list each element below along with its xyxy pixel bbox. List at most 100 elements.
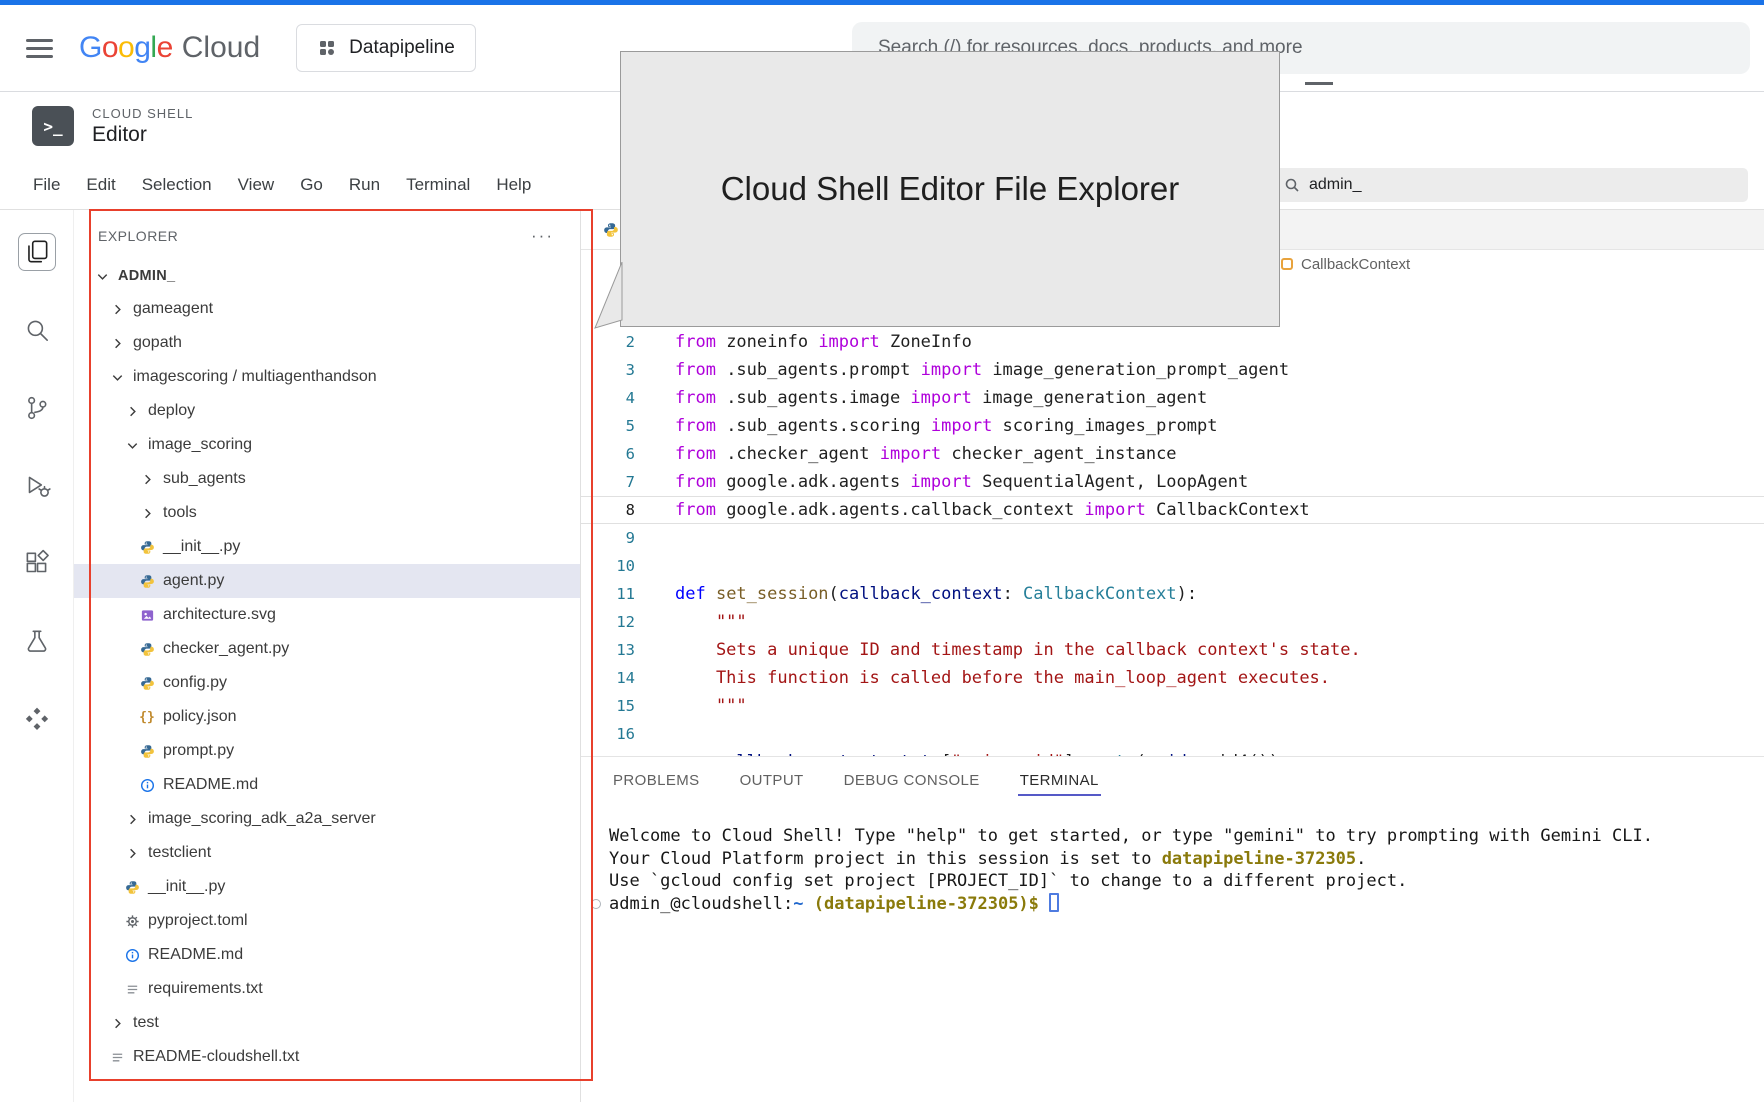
tree-item-label: policy.json bbox=[163, 708, 237, 726]
tree-item-tools[interactable]: tools bbox=[74, 496, 580, 530]
code-line-3: 3from .sub_agents.prompt import image_ge… bbox=[581, 356, 1764, 384]
explorer-header: EXPLORER ··· bbox=[74, 220, 580, 260]
minimize-icon[interactable] bbox=[1305, 82, 1333, 85]
tree-item-readme-md[interactable]: README.md bbox=[74, 938, 580, 972]
source-control-icon[interactable] bbox=[19, 390, 55, 426]
tree-item-config-py[interactable]: config.py bbox=[74, 666, 580, 700]
code-line-13: 13 Sets a unique ID and timestamp in the… bbox=[581, 636, 1764, 664]
terminal-line: Welcome to Cloud Shell! Type "help" to g… bbox=[609, 825, 1744, 848]
tree-item-label: image_scoring_adk_a2a_server bbox=[148, 810, 376, 828]
tree-item-agent-py[interactable]: agent.py bbox=[74, 564, 580, 598]
panel-tab-problems[interactable]: PROBLEMS bbox=[611, 765, 702, 796]
menu-go[interactable]: Go bbox=[287, 169, 336, 201]
tree-item-policy-json[interactable]: {}policy.json bbox=[74, 700, 580, 734]
menu-selection[interactable]: Selection bbox=[129, 169, 225, 201]
tree-item-deploy[interactable]: deploy bbox=[74, 394, 580, 428]
chevron-right-icon bbox=[107, 336, 127, 351]
terminal[interactable]: Welcome to Cloud Shell! Type "help" to g… bbox=[581, 803, 1764, 915]
cloud-shell-icon: >_ bbox=[32, 106, 74, 146]
tree-item-label: gameagent bbox=[133, 300, 213, 318]
chevron-right-icon bbox=[137, 506, 157, 521]
code-line-6: 6from .checker_agent import checker_agen… bbox=[581, 440, 1764, 468]
bottom-panel: PROBLEMS OUTPUT DEBUG CONSOLE TERMINAL Welc… bbox=[581, 756, 1764, 1102]
tree-item-image-scoring[interactable]: image_scoring bbox=[74, 428, 580, 462]
text-file-icon bbox=[107, 1050, 127, 1065]
menu-view[interactable]: View bbox=[225, 169, 288, 201]
code-editor[interactable]: 12from zoneinfo import ZoneInfo3from .su… bbox=[581, 278, 1764, 756]
code-text: from zoneinfo import ZoneInfo bbox=[635, 328, 972, 356]
root-folder-label: ADMIN_ bbox=[118, 268, 175, 284]
menu-terminal[interactable]: Terminal bbox=[393, 169, 483, 201]
code-line-11: 11def set_session(callback_context: Call… bbox=[581, 580, 1764, 608]
gear-file-icon bbox=[122, 914, 142, 929]
tree-item-readme-cloudshell-txt[interactable]: README-cloudshell.txt bbox=[74, 1040, 580, 1074]
python-file-icon bbox=[137, 574, 157, 589]
tree-item-init-py[interactable]: __init__.py bbox=[74, 870, 580, 904]
tree-item-label: test bbox=[133, 1014, 159, 1032]
tree-item-label: pyproject.toml bbox=[148, 912, 248, 930]
tree-item-sub-agents[interactable]: sub_agents bbox=[74, 462, 580, 496]
tree-item-checker-agent-py[interactable]: checker_agent.py bbox=[74, 632, 580, 666]
tree-item-prompt-py[interactable]: prompt.py bbox=[74, 734, 580, 768]
google-logo-text: Google bbox=[79, 31, 173, 65]
code-text: from google.adk.agents import Sequential… bbox=[635, 468, 1248, 496]
tree-item-testclient[interactable]: testclient bbox=[74, 836, 580, 870]
code-text: Sets a unique ID and timestamp in the ca… bbox=[635, 636, 1361, 664]
panel-tab-output[interactable]: OUTPUT bbox=[738, 765, 806, 796]
chevron-down-icon bbox=[122, 438, 142, 453]
run-debug-icon[interactable] bbox=[19, 468, 55, 504]
code-text bbox=[635, 524, 675, 552]
cloud-shell-label: CLOUD SHELL bbox=[92, 106, 193, 121]
tree-item-label: config.py bbox=[163, 674, 227, 692]
code-line-12: 12 """ bbox=[581, 608, 1764, 636]
menu-edit[interactable]: Edit bbox=[73, 169, 128, 201]
editor-search-input[interactable]: admin_ bbox=[1272, 168, 1748, 202]
panel-tab-terminal[interactable]: TERMINAL bbox=[1018, 765, 1101, 796]
tree-item-image-scoring-adk-a2a-server[interactable]: image_scoring_adk_a2a_server bbox=[74, 802, 580, 836]
editor-column: agent.py × CallbackContext 12from zonein… bbox=[581, 210, 1764, 1102]
tree-item-init-py[interactable]: __init__.py bbox=[74, 530, 580, 564]
menu-file[interactable]: File bbox=[20, 169, 73, 201]
line-number: 3 bbox=[581, 356, 635, 384]
chevron-right-icon bbox=[137, 472, 157, 487]
cloud-code-icon[interactable] bbox=[19, 702, 55, 738]
menu-help[interactable]: Help bbox=[483, 169, 544, 201]
tree-item-architecture-svg[interactable]: architecture.svg bbox=[74, 598, 580, 632]
tree-item-readme-md[interactable]: README.md bbox=[74, 768, 580, 802]
tree-item-pyproject-toml[interactable]: pyproject.toml bbox=[74, 904, 580, 938]
tree-root-admin[interactable]: ADMIN_ bbox=[74, 260, 580, 292]
code-text: from google.adk.agents.callback_context … bbox=[635, 496, 1310, 524]
project-name: Datapipeline bbox=[349, 37, 455, 59]
line-number: 4 bbox=[581, 384, 635, 412]
hamburger-menu-icon[interactable] bbox=[26, 39, 53, 58]
chevron-right-icon bbox=[107, 302, 127, 317]
more-actions-icon[interactable]: ··· bbox=[531, 231, 554, 241]
tree-item-gameagent[interactable]: gameagent bbox=[74, 292, 580, 326]
tree-item-gopath[interactable]: gopath bbox=[74, 326, 580, 360]
explorer-panel: EXPLORER ··· ADMIN_ gameagent gopath image… bbox=[74, 210, 581, 1102]
line-number: 11 bbox=[581, 580, 635, 608]
menu-run[interactable]: Run bbox=[336, 169, 393, 201]
panel-tab-debug-console[interactable]: DEBUG CONSOLE bbox=[842, 765, 982, 796]
terminal-cursor[interactable] bbox=[1049, 893, 1059, 912]
code-line-4: 4from .sub_agents.image import image_gen… bbox=[581, 384, 1764, 412]
google-cloud-logo[interactable]: Google Cloud bbox=[79, 31, 260, 65]
code-line-10: 10 bbox=[581, 552, 1764, 580]
tree-item-label: __init__.py bbox=[148, 878, 225, 896]
line-number: 14 bbox=[581, 664, 635, 692]
panel-tabs: PROBLEMS OUTPUT DEBUG CONSOLE TERMINAL bbox=[581, 757, 1764, 803]
extensions-icon[interactable] bbox=[19, 546, 55, 582]
chevron-down-icon bbox=[92, 269, 112, 284]
code-line-2: 2from zoneinfo import ZoneInfo bbox=[581, 328, 1764, 356]
search-activity-icon[interactable] bbox=[19, 312, 55, 348]
tree-item-test[interactable]: test bbox=[74, 1006, 580, 1040]
tree-item-label: architecture.svg bbox=[163, 606, 276, 624]
menu-items: FileEditSelectionViewGoRunTerminalHelp bbox=[20, 169, 544, 201]
cloud-shell-titles: CLOUD SHELL Editor bbox=[92, 106, 193, 147]
tree-item-imagescoring-multiagenthandson[interactable]: imagescoring / multiagenthandson bbox=[74, 360, 580, 394]
tree-item-requirements-txt[interactable]: requirements.txt bbox=[74, 972, 580, 1006]
test-flask-icon[interactable] bbox=[19, 624, 55, 660]
project-selector[interactable]: Datapipeline bbox=[296, 24, 476, 72]
tree-item-label: imagescoring / multiagenthandson bbox=[133, 368, 377, 386]
explorer-activity-icon[interactable] bbox=[19, 234, 55, 270]
